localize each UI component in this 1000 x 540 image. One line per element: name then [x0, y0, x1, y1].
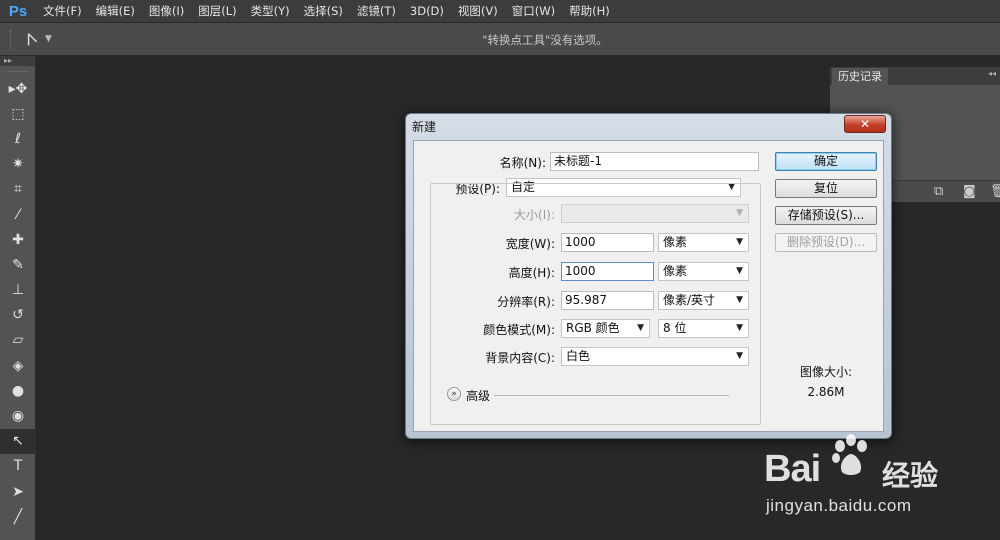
- magic-wand-tool[interactable]: ✷: [0, 152, 36, 177]
- move-tool[interactable]: ▸✥: [0, 76, 36, 101]
- background-label: 背景内容(C):: [485, 351, 555, 365]
- save-preset-button[interactable]: 存储预设(S)...: [775, 206, 877, 225]
- camera-icon[interactable]: ◙: [963, 184, 976, 199]
- sponge-tool-icon: ◉: [11, 408, 25, 425]
- brush-tool-icon: ✎: [12, 256, 24, 273]
- size-label: 大小(I):: [514, 208, 555, 222]
- paint-bucket-tool[interactable]: ◈: [0, 353, 36, 378]
- lasso-tool[interactable]: ℓ: [0, 126, 36, 151]
- image-size-label: 图像大小:: [799, 365, 853, 379]
- convert-point-tool-icon: ↖: [12, 433, 24, 450]
- blur-tool-icon: ●: [11, 382, 25, 399]
- path-selection-tool-icon: ➤: [12, 483, 24, 500]
- tools-panel-collapse-icon[interactable]: ▸▸: [0, 56, 35, 66]
- color-mode-select[interactable]: RGB 颜色: [561, 319, 650, 338]
- menu-help[interactable]: 帮助(H): [562, 0, 617, 22]
- close-button[interactable]: ✕: [844, 115, 886, 133]
- blur-tool[interactable]: ●: [0, 378, 36, 403]
- menu-layer[interactable]: 图层(L): [191, 0, 243, 22]
- marquee-tool[interactable]: ⬚: [0, 101, 36, 126]
- eyedropper-tool[interactable]: ⁄: [0, 202, 36, 227]
- name-field[interactable]: 未标题-1: [550, 152, 759, 171]
- marquee-tool-icon: ⬚: [11, 105, 25, 122]
- background-select[interactable]: 白色: [561, 347, 749, 366]
- image-size-value: 2.86M: [807, 385, 845, 399]
- dialog-title: 新建: [412, 120, 437, 134]
- magic-wand-tool-icon: ✷: [12, 156, 24, 173]
- width-unit-select[interactable]: 像素: [658, 233, 749, 252]
- eraser-tool[interactable]: ▱: [0, 328, 36, 353]
- history-brush-tool[interactable]: ↺: [0, 303, 36, 328]
- ok-button[interactable]: 确定: [775, 152, 877, 171]
- menu-type[interactable]: 类型(Y): [244, 0, 297, 22]
- dialog-body: 名称(N): 未标题-1 预设(P): 自定 大小(I): 宽度(W): 100…: [413, 140, 884, 432]
- healing-brush-tool[interactable]: ✚: [0, 227, 36, 252]
- new-document-icon[interactable]: ⧉: [934, 184, 943, 199]
- width-field[interactable]: 1000: [561, 233, 654, 252]
- tab-history[interactable]: 历史记录: [832, 68, 888, 85]
- bit-depth-select[interactable]: 8 位: [658, 319, 749, 338]
- resolution-label: 分辨率(R):: [497, 295, 555, 309]
- type-tool[interactable]: T: [0, 454, 36, 479]
- eraser-tool-icon: ▱: [12, 332, 24, 349]
- watermark-product: 经验: [882, 459, 939, 492]
- baidu-paw-icon: [832, 434, 867, 475]
- path-selection-tool[interactable]: ➤: [0, 479, 36, 504]
- options-bar: ▼ "转换点工具"没有选项。: [0, 22, 1000, 56]
- menu-3d[interactable]: 3D(D): [403, 0, 451, 22]
- menu-view[interactable]: 视图(V): [451, 0, 505, 22]
- baidu-jingyan-watermark: Bai 经验 jingyan.baidu.com: [764, 432, 984, 522]
- height-unit-select[interactable]: 像素: [658, 262, 749, 281]
- resolution-unit-select[interactable]: 像素/英寸: [658, 291, 749, 310]
- line-tool[interactable]: ╱: [0, 504, 36, 529]
- clone-stamp-tool-icon: ⊥: [11, 282, 25, 299]
- convert-point-tool[interactable]: ↖: [0, 428, 36, 454]
- advanced-divider: [494, 395, 729, 396]
- delete-preset-button[interactable]: 删除预设(D)...: [775, 233, 877, 252]
- crop-tool[interactable]: ⌗: [0, 177, 36, 202]
- advanced-label[interactable]: 高级: [466, 387, 490, 404]
- name-label: 名称(N):: [499, 156, 546, 170]
- advanced-expand-icon[interactable]: »: [447, 387, 461, 401]
- width-label: 宽度(W):: [505, 237, 555, 251]
- menu-filter[interactable]: 滤镜(T): [350, 0, 403, 22]
- panel-collapse-icon[interactable]: ◂◂: [988, 69, 996, 78]
- color-mode-label: 颜色模式(M):: [483, 323, 555, 337]
- options-hint: "转换点工具"没有选项。: [482, 33, 608, 47]
- crop-tool-icon: ⌗: [14, 181, 22, 198]
- reset-button[interactable]: 复位: [775, 179, 877, 198]
- history-brush-tool-icon: ↺: [12, 307, 24, 324]
- brush-tool[interactable]: ✎: [0, 252, 36, 277]
- height-field[interactable]: 1000: [561, 262, 654, 281]
- lasso-tool-icon: ℓ: [15, 130, 21, 147]
- sponge-tool[interactable]: ◉: [0, 403, 36, 428]
- menu-bar: Ps 文件(F) 编辑(E) 图像(I) 图层(L) 类型(Y) 选择(S) 滤…: [0, 0, 1000, 22]
- clone-stamp-tool[interactable]: ⊥: [0, 278, 36, 303]
- trash-icon[interactable]: 🗑: [990, 184, 1000, 199]
- line-tool-icon: ╱: [13, 508, 23, 525]
- watermark-url: jingyan.baidu.com: [766, 496, 912, 515]
- watermark-brand: Bai: [764, 448, 821, 490]
- paint-bucket-tool-icon: ◈: [12, 357, 24, 374]
- healing-brush-tool-icon: ✚: [12, 231, 24, 248]
- tools-panel-grip[interactable]: [6, 66, 29, 72]
- menu-edit[interactable]: 编辑(E): [89, 0, 142, 22]
- new-document-dialog: 新建 ✕ 名称(N): 未标题-1 预设(P): 自定 大小(I): 宽度(W)…: [405, 113, 892, 439]
- move-tool-icon: ▸✥: [8, 80, 28, 97]
- size-select[interactable]: [561, 204, 749, 223]
- height-label: 高度(H):: [508, 266, 555, 280]
- menu-window[interactable]: 窗口(W): [505, 0, 562, 22]
- type-tool-icon: T: [13, 458, 23, 475]
- eyedropper-tool-icon: ⁄: [16, 206, 20, 223]
- history-panel-header: 历史记录 ◂◂: [830, 67, 1000, 85]
- menu-select[interactable]: 选择(S): [297, 0, 350, 22]
- menu-file[interactable]: 文件(F): [36, 0, 89, 22]
- tools-panel: ▸▸ ▸✥ ⬚ ℓ ✷ ⌗ ⁄ ✚ ✎ ⊥ ↺ ▱ ◈ ● ◉ ↖ T ➤ ╱: [0, 56, 36, 540]
- resolution-field[interactable]: 95.987: [561, 291, 654, 310]
- menu-image[interactable]: 图像(I): [142, 0, 191, 22]
- photoshop-logo: Ps: [8, 2, 28, 20]
